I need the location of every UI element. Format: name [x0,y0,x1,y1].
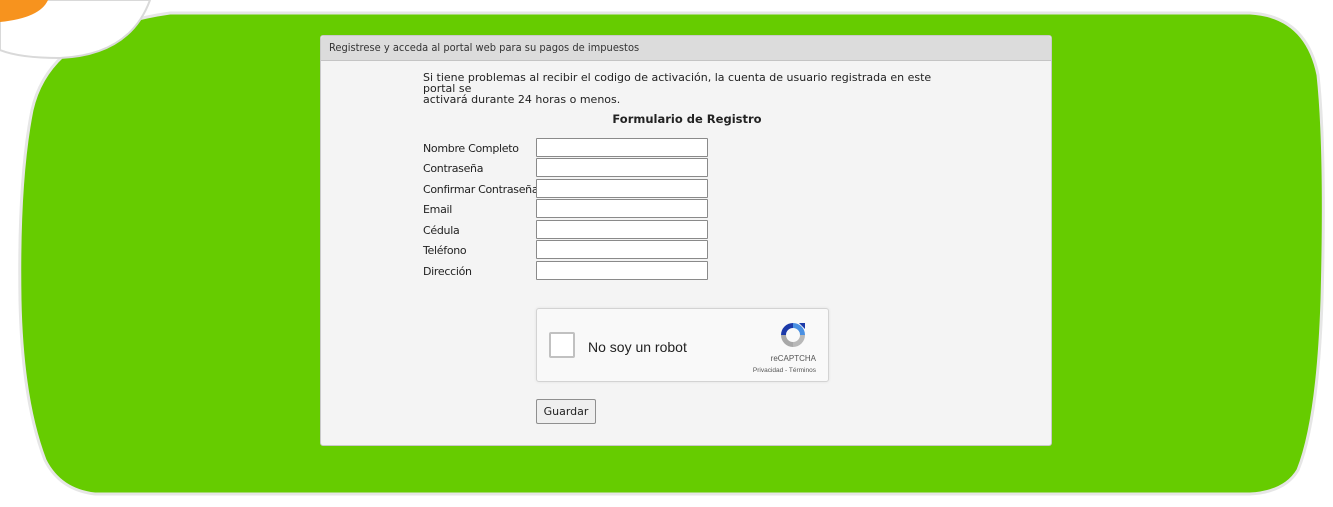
recaptcha-brand: reCAPTCHA [770,354,816,363]
confirmar-contrasena-input[interactable] [536,179,708,198]
cedula-input[interactable] [536,220,708,239]
nombre-completo-label: Nombre Completo [423,142,519,155]
email-label: Email [423,203,453,216]
nombre-completo-input[interactable] [536,138,708,157]
registration-panel: Registrese y acceda al portal web para s… [320,35,1052,446]
recaptcha-checkbox[interactable] [549,332,575,358]
contrasena-label: Contraseña [423,162,484,175]
cedula-label: Cédula [423,224,460,237]
notice-line-1: Si tiene problemas al recibir el codigo … [423,71,932,95]
direccion-label: Dirección [423,265,472,278]
form-title: Formulario de Registro [321,112,1053,126]
recaptcha-label: No soy un robot [588,339,687,355]
telefono-label: Teléfono [423,244,467,257]
recaptcha-widget: No soy un robot reCAPTCHA Privacidad - T… [536,308,829,382]
telefono-input[interactable] [536,240,708,259]
recaptcha-icon [781,323,805,347]
notice-line-2: activará durante 24 horas o menos. [423,93,621,106]
confirmar-contrasena-label: Confirmar Contraseña [423,183,539,196]
save-button[interactable]: Guardar [536,399,596,424]
panel-header: Registrese y acceda al portal web para s… [321,36,1051,61]
email-input[interactable] [536,199,708,218]
contrasena-input[interactable] [536,158,708,177]
form-title-text: Formulario de Registro [612,112,762,126]
direccion-input[interactable] [536,261,708,280]
activation-notice: Si tiene problemas al recibir el codigo … [423,72,963,105]
recaptcha-links[interactable]: Privacidad - Términos [753,367,816,374]
